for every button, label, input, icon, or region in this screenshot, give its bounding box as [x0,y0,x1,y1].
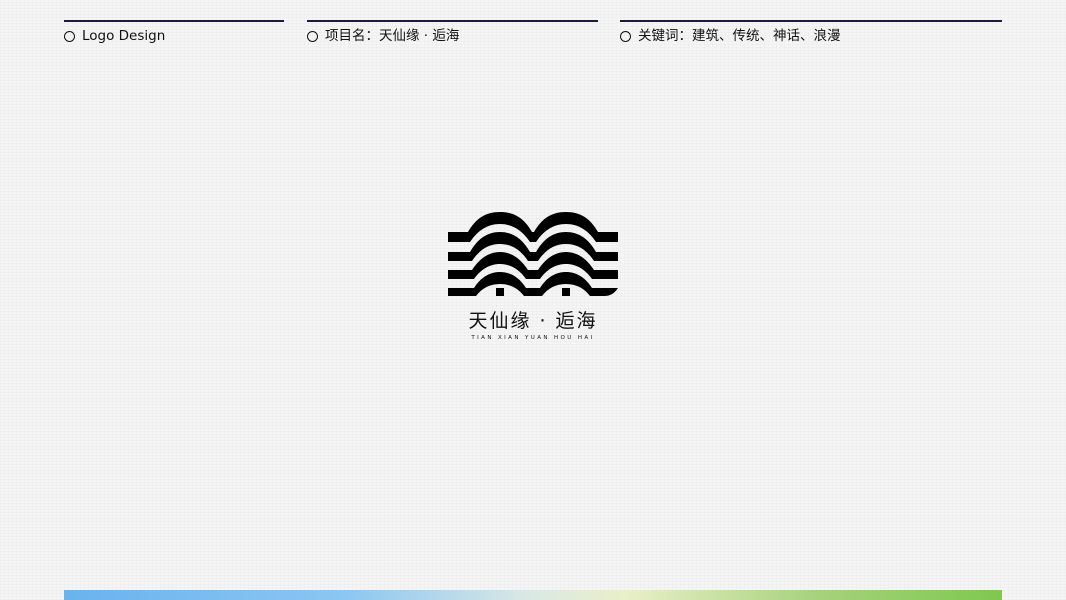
header-item: Logo Design [64,28,284,44]
logo-subtitle: TIAN XIAN YUAN HOU HAI [471,335,595,341]
header-column-keywords: 关键词：建筑、传统、神话、浪漫 [620,20,1002,52]
header-label: Logo Design [82,28,166,44]
gradient-bar [64,590,1002,600]
header-label: 关键词：建筑、传统、神话、浪漫 [638,28,841,44]
wave-roof-logo-icon [448,212,618,296]
logo-title: 天仙缘 · 逅海 [468,310,598,332]
header-column-logo-design: Logo Design [64,20,284,52]
header-label: 项目名：天仙缘 · 逅海 [325,28,460,44]
header-column-project-name: 项目名：天仙缘 · 逅海 [307,20,598,52]
header-item: 关键词：建筑、传统、神话、浪漫 [620,28,1002,44]
logo: 天仙缘 · 逅海 TIAN XIAN YUAN HOU HAI [433,208,633,342]
circle-bullet-icon [64,30,75,42]
header-item: 项目名：天仙缘 · 逅海 [307,28,598,44]
circle-bullet-icon [620,30,631,42]
circle-bullet-icon [307,30,318,42]
